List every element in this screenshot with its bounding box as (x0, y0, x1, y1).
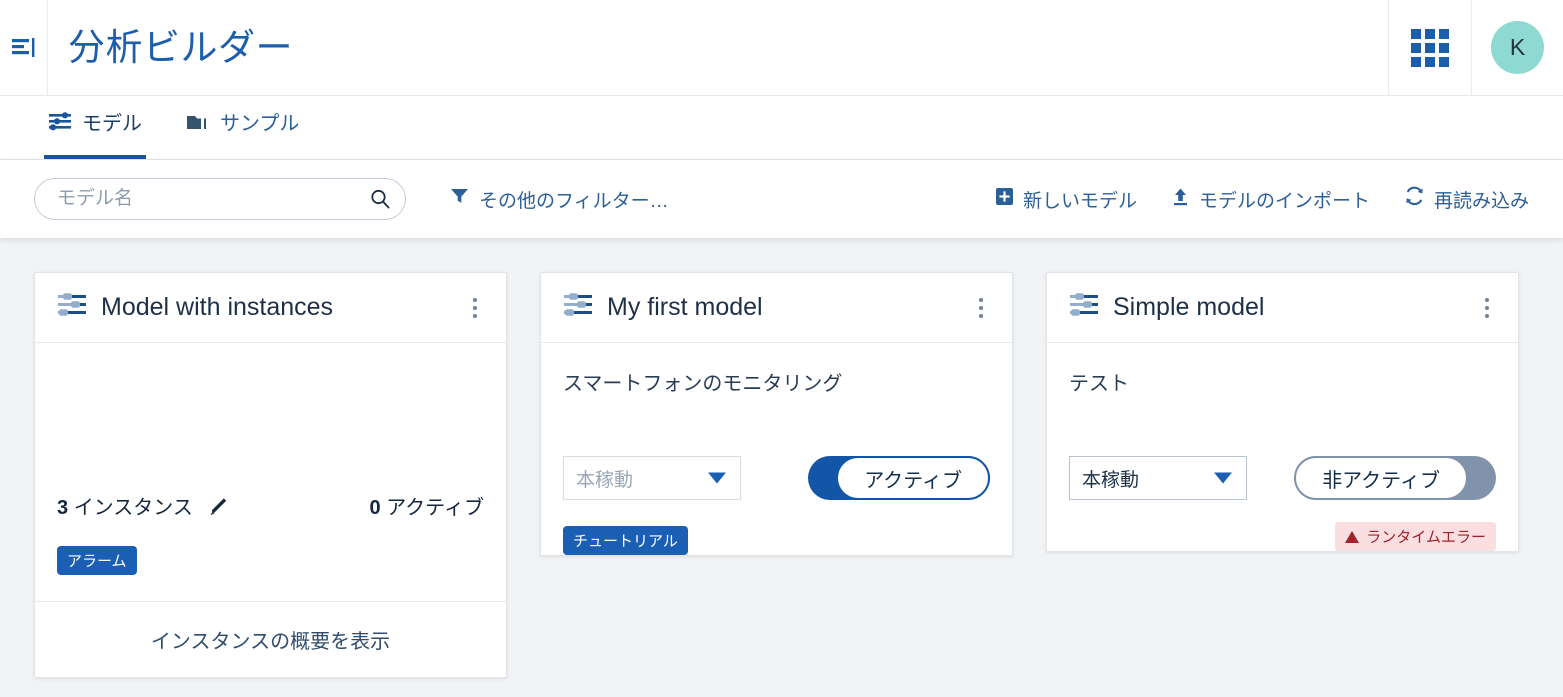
filter-funnel-icon (450, 187, 469, 211)
kebab-menu-icon[interactable] (1474, 291, 1500, 325)
search-icon[interactable] (369, 188, 391, 210)
activation-toggle[interactable]: アクティブ (808, 456, 990, 500)
header-actions: K (1388, 0, 1563, 96)
user-menu-button[interactable]: K (1471, 0, 1563, 96)
activation-toggle-label: 非アクティブ (1294, 456, 1468, 500)
app-launcher-button[interactable] (1388, 0, 1471, 96)
card-body: テスト 本稼動 非アクティブ ランタイムエラー (1047, 343, 1518, 551)
reload-label: 再読み込み (1433, 190, 1529, 212)
card-body: 3 インスタンス 0 アクティブ アラーム (35, 343, 506, 601)
deployment-mode-value: 本稼動 (1082, 469, 1140, 491)
deployment-mode-value: 本稼動 (576, 469, 634, 491)
top-header-bar: 分析ビルダー K (0, 0, 1563, 96)
kebab-menu-icon[interactable] (462, 291, 488, 325)
runtime-error-badge[interactable]: ランタイムエラー (1335, 522, 1496, 551)
card-footer: インスタンスの概要を表示 (35, 601, 506, 677)
card-description: テスト (1069, 373, 1129, 395)
kebab-menu-icon[interactable] (968, 291, 994, 325)
upload-icon (1171, 187, 1190, 212)
model-card[interactable]: Simple model テスト 本稼動 非アクティブ ランタイムエラー (1046, 272, 1519, 552)
menu-collapse-button[interactable] (0, 0, 48, 96)
card-header: Model with instances (35, 273, 506, 343)
card-description: スマートフォンのモニタリング (563, 373, 843, 395)
model-sliders-icon (563, 292, 593, 323)
model-sliders-icon (1069, 292, 1099, 323)
card-body: スマートフォンのモニタリング 本稼動 アクティブ チュートリアル (541, 343, 1012, 555)
toolbar: その他のフィルター… 新しいモデル (0, 160, 1563, 238)
more-filters-label: その他のフィルター… (479, 190, 669, 212)
pencil-icon[interactable] (209, 495, 231, 517)
chevron-down-icon (708, 472, 726, 484)
badge-row: アラーム (57, 546, 484, 575)
new-model-button[interactable]: 新しいモデル (995, 186, 1137, 213)
card-title: Simple model (1113, 293, 1265, 321)
analytics-builder-page: 分析ビルダー K モデル サンプル モデル名 その他のフィルター… 新しいモデル… (0, 0, 1563, 697)
model-card[interactable]: Model with instances 3 インスタンス 0 アクティブ アラ… (34, 272, 507, 678)
tab-inactive-underline (182, 155, 303, 159)
reload-button[interactable]: 再読み込み (1404, 186, 1529, 213)
status-badge[interactable]: チュートリアル (563, 526, 688, 555)
controls-row: 本稼動 非アクティブ (1069, 456, 1496, 500)
tab-bar: モデル サンプル (0, 96, 1563, 160)
active-count-value: 0 (369, 497, 381, 519)
deployment-mode-select[interactable]: 本稼動 (563, 456, 741, 500)
chevron-down-icon (1214, 472, 1232, 484)
runtime-error-label: ランタイムエラー (1366, 529, 1486, 546)
menu-collapse-icon (11, 37, 37, 59)
model-card[interactable]: My first model スマートフォンのモニタリング 本稼動 アクティブ … (540, 272, 1013, 556)
new-model-label: 新しいモデル (1022, 190, 1137, 212)
instances-row: 3 インスタンス 0 アクティブ (57, 491, 484, 520)
active-count-label: アクティブ (386, 497, 484, 519)
status-badge[interactable]: アラーム (57, 546, 137, 575)
search-box[interactable] (34, 178, 406, 220)
activation-toggle-label: アクティブ (836, 456, 990, 500)
search-input[interactable] (35, 179, 405, 219)
model-card-grid: Model with instances 3 インスタンス 0 アクティブ アラ… (0, 238, 1563, 697)
tab-models-label: モデル (82, 113, 142, 135)
plus-square-icon (995, 187, 1014, 212)
instances-count-value: 3 (57, 497, 69, 519)
card-description (57, 367, 484, 395)
tab-samples[interactable]: サンプル (182, 96, 303, 159)
refresh-icon (1404, 186, 1425, 212)
toolbar-actions: 新しいモデル モデルのインポート 再読み込み (995, 186, 1529, 213)
card-title: Model with instances (101, 293, 334, 321)
more-filters-button[interactable]: その他のフィルター… (450, 186, 669, 213)
import-model-label: モデルのインポート (1198, 190, 1370, 212)
instances-count-label: インスタンス (73, 497, 193, 519)
model-sliders-icon (57, 292, 87, 323)
active-count: 0 アクティブ (370, 491, 485, 520)
tab-active-underline (44, 155, 146, 159)
card-header: My first model (541, 273, 1012, 343)
activation-toggle[interactable]: 非アクティブ (1294, 456, 1496, 500)
avatar: K (1491, 21, 1544, 74)
card-header: Simple model (1047, 273, 1518, 343)
grid-apps-icon (1411, 28, 1449, 67)
controls-row: 本稼動 アクティブ (563, 456, 990, 500)
folder-icon (186, 112, 210, 132)
badge-row: チュートリアル (563, 526, 990, 555)
card-title: My first model (607, 293, 763, 321)
import-model-button[interactable]: モデルのインポート (1171, 186, 1370, 213)
tab-models[interactable]: モデル (44, 96, 146, 159)
page-title: 分析ビルダー (68, 27, 293, 68)
instances-count: 3 インスタンス (57, 491, 193, 520)
tune-sliders-icon (48, 111, 72, 132)
error-row: ランタイムエラー (1069, 522, 1496, 551)
deployment-mode-select[interactable]: 本稼動 (1069, 456, 1247, 500)
view-instances-link[interactable]: インスタンスの概要を表示 (151, 625, 390, 654)
warning-triangle-icon (1345, 530, 1360, 543)
tab-samples-label: サンプル (220, 113, 300, 135)
